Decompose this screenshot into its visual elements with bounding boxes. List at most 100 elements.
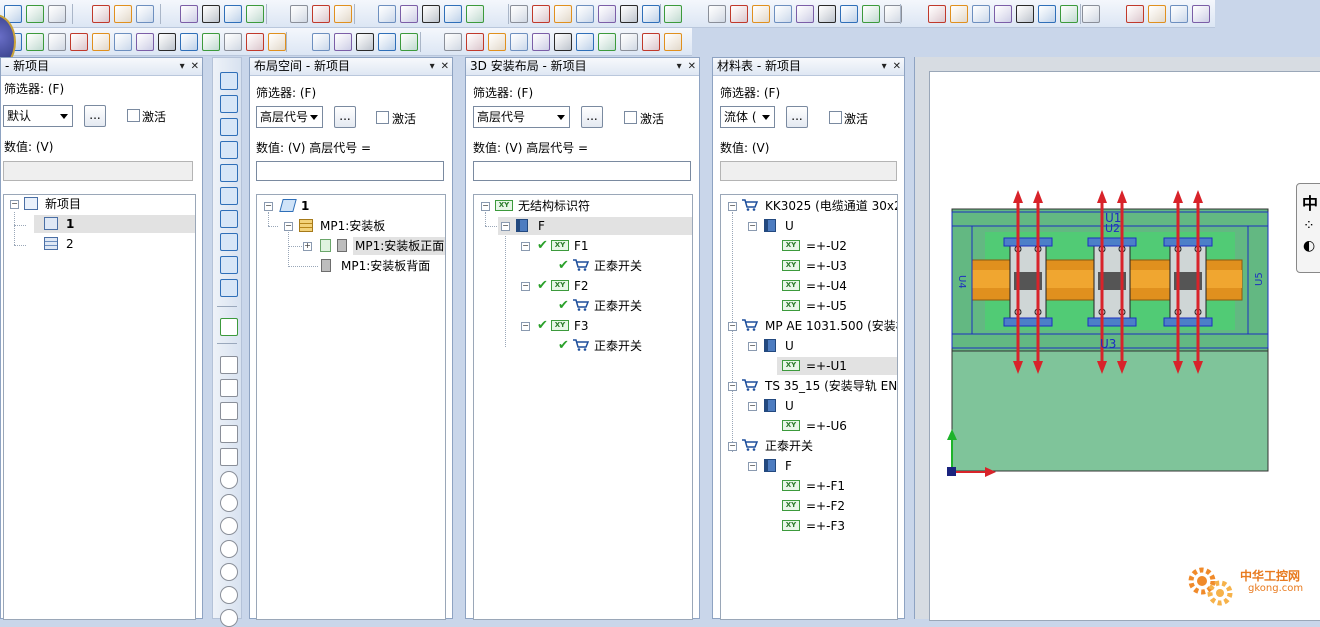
toolbar-tool-icon[interactable] <box>994 5 1012 23</box>
collapse-icon[interactable]: − <box>284 222 293 231</box>
tree-node-f1[interactable]: XY =+-F1 <box>721 477 897 495</box>
tree-node-u4[interactable]: XY =+-U4 <box>721 277 897 295</box>
drawing-tool-icon[interactable] <box>220 586 238 604</box>
toolbar-tool-icon[interactable] <box>312 33 330 51</box>
tree-node-page-2[interactable]: 2 <box>34 235 195 253</box>
value-input[interactable] <box>473 161 691 181</box>
drawing-tool-icon[interactable] <box>220 379 238 397</box>
toolbar-tool-icon[interactable] <box>1016 5 1034 23</box>
toolbar-tool-icon[interactable] <box>664 33 682 51</box>
collapse-icon[interactable]: − <box>728 322 737 331</box>
collapse-icon[interactable]: − <box>521 322 530 331</box>
toolbar-tool-icon[interactable] <box>1038 5 1056 23</box>
toolbar-tool-icon[interactable] <box>1192 5 1210 23</box>
active-checkbox[interactable] <box>829 111 842 124</box>
toolbar-tool-icon[interactable] <box>422 5 440 23</box>
drawing-tool-icon[interactable] <box>220 356 238 374</box>
toolbar-tool-icon[interactable] <box>334 5 352 23</box>
toolbar-tool-icon[interactable] <box>26 5 44 23</box>
toolbar-tool-icon[interactable] <box>246 5 264 23</box>
filter-combo[interactable]: 流体 ( <box>720 106 775 128</box>
collapse-icon[interactable]: − <box>728 442 737 451</box>
toolbar-tool-icon[interactable] <box>774 5 792 23</box>
toolbar-tool-icon[interactable] <box>642 33 660 51</box>
toolbar-tool-icon[interactable] <box>466 33 484 51</box>
drawing-sheet[interactable]: U1 U2 U3 U4 U5 <box>929 71 1320 621</box>
filter-combo[interactable]: 高层代号 <box>473 106 570 128</box>
mounting-plate-view[interactable]: U1 U2 U3 U4 U5 <box>930 72 1320 620</box>
collapse-icon[interactable]: − <box>264 202 273 211</box>
collapse-icon[interactable]: − <box>481 202 490 211</box>
tree-node-plate-front[interactable]: + MP1:安装板正面 <box>257 237 445 255</box>
toolbar-tool-icon[interactable] <box>400 5 418 23</box>
tree-node-f[interactable]: − F <box>721 457 897 475</box>
toolbar-tool-icon[interactable] <box>576 33 594 51</box>
tree-node-root[interactable]: − 新项目 <box>4 195 195 213</box>
tree-node-u6[interactable]: XY =+-U6 <box>721 417 897 435</box>
toolbar-tool-icon[interactable] <box>92 5 110 23</box>
tree-node-mounting-plate[interactable]: − MP AE 1031.500 (安装板 <box>721 317 897 335</box>
toolbar-tool-icon[interactable] <box>752 5 770 23</box>
toolbar-tool-icon[interactable] <box>620 33 638 51</box>
tree-node-f3-device[interactable]: ✔ 正泰开关 <box>474 337 692 355</box>
toolbar-tool-icon[interactable] <box>576 5 594 23</box>
collapse-icon[interactable]: − <box>501 222 510 231</box>
toolbar-tool-icon[interactable] <box>444 33 462 51</box>
tree-node-f1-device[interactable]: ✔ 正泰开关 <box>474 257 692 275</box>
toolbar-tool-icon[interactable] <box>268 33 286 51</box>
tree-node-rail[interactable]: − TS 35_15 (安装导轨 EN <box>721 377 897 395</box>
tree-node-u5[interactable]: XY =+-U5 <box>721 297 897 315</box>
drawing-tool-icon[interactable] <box>220 425 238 443</box>
toolbar-tool-icon[interactable] <box>246 33 264 51</box>
toolbar-tool-icon[interactable] <box>532 5 550 23</box>
drawing-tool-icon[interactable] <box>220 609 238 627</box>
drawing-tool-icon[interactable] <box>220 95 238 113</box>
graphics-canvas[interactable]: U1 U2 U3 U4 U5 <box>914 57 1320 621</box>
toolbar-tool-icon[interactable] <box>510 5 528 23</box>
collapse-icon[interactable]: − <box>748 402 757 411</box>
toolbar-tool-icon[interactable] <box>1148 5 1166 23</box>
toolbar-tool-icon[interactable] <box>48 33 66 51</box>
toolbar-tool-icon[interactable] <box>1060 5 1078 23</box>
toolbar-tool-icon[interactable] <box>532 33 550 51</box>
tree-node-u[interactable]: − U <box>721 337 897 355</box>
active-checkbox[interactable] <box>127 109 140 122</box>
toolbar-tool-icon[interactable] <box>642 5 660 23</box>
drawing-tool-icon[interactable] <box>220 448 238 466</box>
toolbar-tool-icon[interactable] <box>356 33 374 51</box>
close-icon[interactable]: ✕ <box>441 61 449 72</box>
panel-menu-icon[interactable]: ▾ <box>180 61 185 72</box>
toolbar-tool-icon[interactable] <box>466 5 484 23</box>
toolbar-tool-icon[interactable] <box>1126 5 1144 23</box>
ime-tool-icon[interactable]: ◐ <box>1303 238 1315 254</box>
tree-node-u[interactable]: − U <box>721 217 897 235</box>
switch-f1[interactable] <box>1003 237 1053 327</box>
drawing-tool-icon[interactable] <box>220 563 238 581</box>
tree-node-switch[interactable]: − 正泰开关 <box>721 437 897 455</box>
tree-node-root[interactable]: − 1 <box>257 197 445 215</box>
drawing-tool-icon[interactable] <box>220 164 238 182</box>
collapse-icon[interactable]: − <box>748 222 757 231</box>
toolbar-tool-icon[interactable] <box>290 5 308 23</box>
toolbar-tool-icon[interactable] <box>158 33 176 51</box>
tree-node-u[interactable]: − U <box>721 397 897 415</box>
drawing-tool-icon[interactable] <box>220 279 238 297</box>
toolbar-tool-icon[interactable] <box>224 33 242 51</box>
tree-node-f2[interactable]: − ✔ XY F2 <box>474 277 692 295</box>
toolbar-tool-icon[interactable] <box>950 5 968 23</box>
drawing-tool-icon[interactable] <box>220 471 238 489</box>
tree-node-f3[interactable]: XY =+-F3 <box>721 517 897 535</box>
tree-node-f[interactable]: − F <box>498 217 692 235</box>
toolbar-tool-icon[interactable] <box>796 5 814 23</box>
toolbar-tool-icon[interactable] <box>400 33 418 51</box>
drawing-tool-icon[interactable] <box>220 494 238 512</box>
expand-icon[interactable]: + <box>303 242 312 251</box>
toolbar-tool-icon[interactable] <box>730 5 748 23</box>
tree-node-u1[interactable]: XY =+-U1 <box>777 357 897 375</box>
collapse-icon[interactable]: − <box>521 242 530 251</box>
collapse-icon[interactable]: − <box>748 342 757 351</box>
value-input[interactable] <box>256 161 444 181</box>
toolbar-tool-icon[interactable] <box>620 5 638 23</box>
ime-settings-icon[interactable]: ⁘ <box>1303 218 1315 234</box>
value-input[interactable] <box>720 161 897 181</box>
